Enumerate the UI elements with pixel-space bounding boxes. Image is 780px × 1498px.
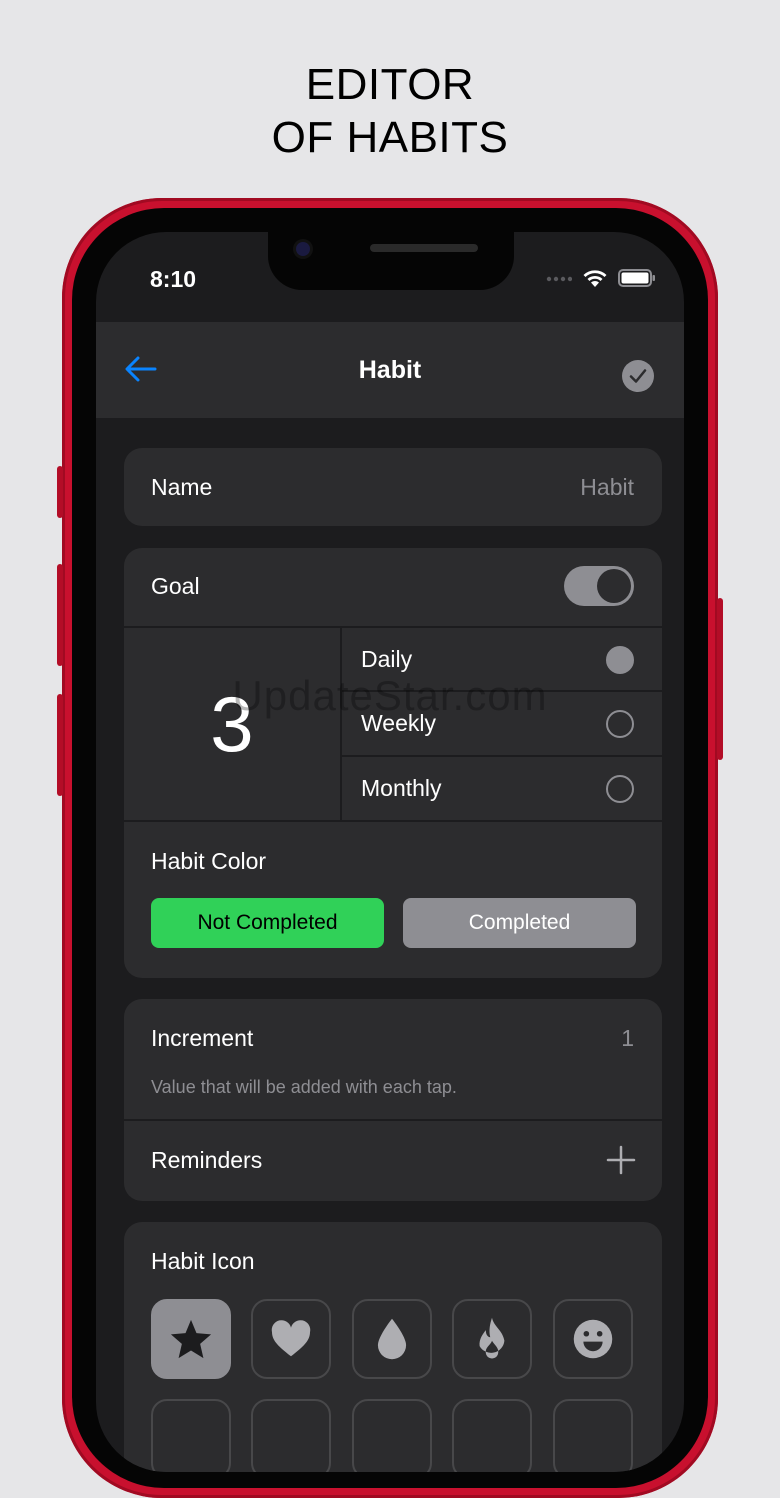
heart-icon xyxy=(271,1320,311,1357)
battery-icon xyxy=(618,269,655,287)
increment-hint: Value that will be added with each tap. xyxy=(151,1077,457,1097)
wifi-icon xyxy=(583,270,607,287)
volume-up-button xyxy=(57,564,63,666)
smiley-icon xyxy=(573,1319,613,1359)
icon-option-row2-3[interactable] xyxy=(352,1399,432,1472)
icon-option-row2-4[interactable] xyxy=(452,1399,532,1472)
goal-label: Goal xyxy=(151,573,200,599)
icon-option-heart[interactable] xyxy=(251,1299,331,1379)
signal-icon xyxy=(546,276,572,282)
power-button xyxy=(717,598,723,760)
status-time: 8:10 xyxy=(150,266,197,292)
goal-toggle[interactable] xyxy=(564,566,634,606)
increment-value[interactable]: 1 xyxy=(621,1025,634,1052)
icon-option-row2-2[interactable] xyxy=(251,1399,331,1472)
speaker-grille xyxy=(370,244,478,252)
icon-option-flame[interactable] xyxy=(452,1299,532,1379)
icon-option-row2-5[interactable] xyxy=(553,1399,633,1472)
increment-card: Increment 1 Value that will be added wit… xyxy=(124,999,662,1201)
bezel: 8:10 Habit Name Habit Goal 3 Daily Weekl… xyxy=(72,208,708,1488)
name-label: Name xyxy=(151,474,213,500)
goal-value-picker[interactable]: 3 xyxy=(124,628,340,820)
period-daily-radio[interactable] xyxy=(606,646,634,674)
drop-icon xyxy=(377,1318,407,1360)
habit-icon-label: Habit Icon xyxy=(151,1248,255,1274)
icon-option-row2-1[interactable] xyxy=(151,1399,231,1472)
mute-switch xyxy=(57,466,63,518)
volume-down-button xyxy=(57,694,63,796)
notch xyxy=(268,232,514,290)
completed-color-button[interactable]: Completed xyxy=(403,898,636,948)
headline: EDITOR OF HABITS xyxy=(0,58,780,164)
nav-bar: Habit xyxy=(96,322,684,418)
checkmark-icon xyxy=(629,369,647,383)
headline-line-1: EDITOR xyxy=(305,60,475,109)
icon-option-drop[interactable] xyxy=(352,1299,432,1379)
period-daily[interactable]: Daily xyxy=(342,628,662,692)
icon-option-star[interactable] xyxy=(151,1299,231,1379)
add-reminder-plus-icon[interactable] xyxy=(606,1145,636,1175)
icon-option-smiley[interactable] xyxy=(553,1299,633,1379)
divider xyxy=(124,1119,662,1121)
not-completed-color-button[interactable]: Not Completed xyxy=(151,898,384,948)
period-monthly[interactable]: Monthly xyxy=(342,757,662,821)
screen: 8:10 Habit Name Habit Goal 3 Daily Weekl… xyxy=(96,232,684,1472)
period-monthly-radio[interactable] xyxy=(606,775,634,803)
goal-toggle-knob xyxy=(597,569,631,603)
name-card[interactable]: Name Habit xyxy=(124,448,662,526)
period-monthly-label: Monthly xyxy=(361,775,442,801)
increment-label: Increment xyxy=(151,1025,254,1051)
name-input[interactable]: Habit xyxy=(580,474,634,501)
status-icons xyxy=(546,268,656,288)
nav-title: Habit xyxy=(358,356,422,384)
period-weekly-label: Weekly xyxy=(361,710,436,736)
period-weekly-radio[interactable] xyxy=(606,710,634,738)
period-weekly[interactable]: Weekly xyxy=(342,692,662,756)
front-camera xyxy=(296,242,310,256)
goal-card: Goal 3 Daily Weekly Monthly Habit Color … xyxy=(124,548,662,978)
reminders-label: Reminders xyxy=(151,1147,263,1173)
star-icon xyxy=(170,1319,212,1359)
habit-icon-card: Habit Icon xyxy=(124,1222,662,1472)
phone-frame: 8:10 Habit Name Habit Goal 3 Daily Weekl… xyxy=(57,198,723,1498)
headline-line-2: OF HABITS xyxy=(271,113,509,162)
habit-color-section: Not Completed Completed xyxy=(124,822,662,978)
save-checkmark-button[interactable] xyxy=(622,360,654,392)
flame-icon xyxy=(479,1317,505,1359)
period-daily-label: Daily xyxy=(361,646,413,672)
